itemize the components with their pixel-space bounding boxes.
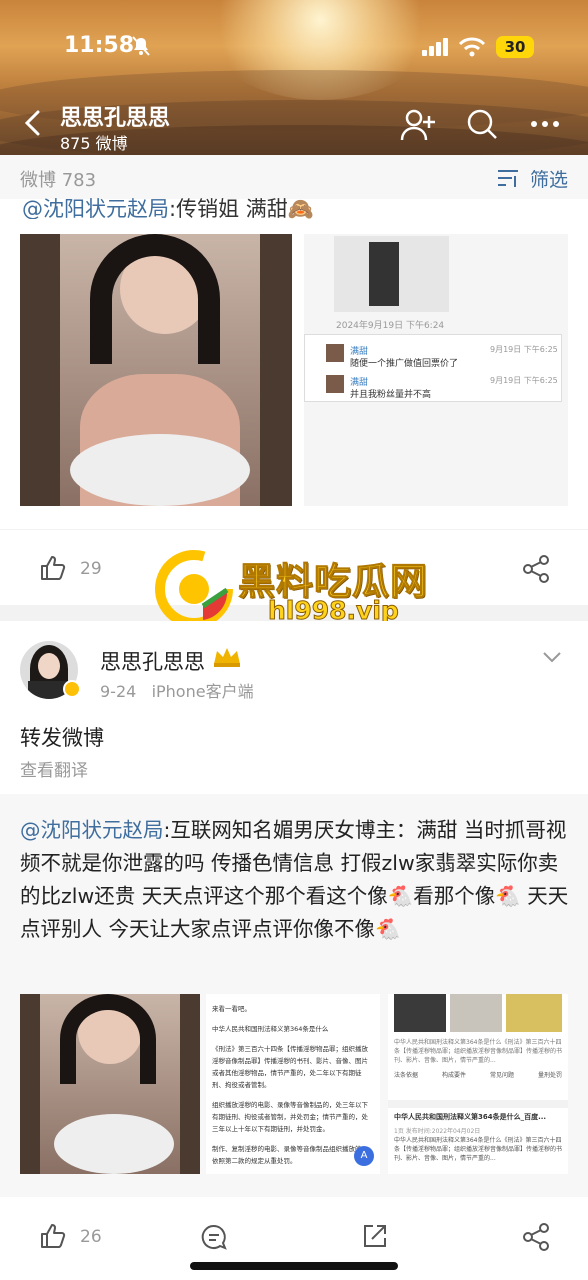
repost-body: :传销姐 满甜 bbox=[169, 197, 288, 219]
filter-button[interactable]: 筛选 bbox=[530, 165, 568, 192]
filter-icon[interactable] bbox=[496, 168, 520, 188]
post-image-2[interactable]: 2024年9月19日 下午6:24 满甜 9月19日 下午6:25 随便一个推广… bbox=[304, 234, 568, 506]
share-icon[interactable] bbox=[522, 555, 550, 583]
verified-badge-icon bbox=[63, 680, 81, 698]
chat-date: 2024年9月19日 下午6:24 bbox=[336, 321, 445, 331]
watermark-logo bbox=[155, 550, 233, 628]
chat-time: 9月19日 下午6:25 bbox=[490, 376, 558, 385]
back-icon[interactable] bbox=[22, 108, 44, 138]
post-body: 转发微博 bbox=[20, 726, 104, 750]
repost-image-3[interactable]: 中华人民共和国刑法释义第364条是什么《刑法》第三百六十四条【传播淫秽物品罪；组… bbox=[388, 994, 568, 1174]
search-snippet: 中华人民共和国刑法释义第364条是什么《刑法》第三百六十四条【传播淫秽物品罪；组… bbox=[394, 1039, 562, 1064]
search-tab: 量刑处罚 bbox=[537, 1072, 562, 1079]
post-image-1[interactable] bbox=[20, 234, 292, 506]
add-user-icon[interactable] bbox=[400, 108, 436, 142]
repost-text: @沈阳状元赵局:互联网知名媚男厌女博主：满甜 当时抓哥视频不就是你泄露的吗 传播… bbox=[20, 814, 572, 946]
repost-image-2[interactable]: 来看一看吧。 中华人民共和国刑法释义第364条是什么 《刑法》第三百六十四条【传… bbox=[206, 994, 380, 1174]
battery-level: 30 bbox=[504, 38, 526, 56]
repost-image-1[interactable] bbox=[20, 994, 200, 1174]
chevron-down-icon[interactable] bbox=[542, 650, 562, 664]
repost-icon[interactable] bbox=[362, 1223, 388, 1249]
page-title: 思思孔思思 bbox=[60, 106, 171, 131]
translate-link[interactable]: 查看翻译 bbox=[20, 756, 88, 781]
doc-line: 来看一看吧。 bbox=[212, 1005, 251, 1013]
doc-line: 《刑法》第三百六十四条【传播淫秽物品罪；组织播放淫秽音像制品罪】传播淫秽的书刊、… bbox=[212, 1045, 368, 1089]
crown-icon bbox=[212, 646, 242, 668]
author-name[interactable]: 思思孔思思 bbox=[100, 646, 205, 676]
status-time: 11:58 bbox=[64, 33, 135, 58]
mute-icon bbox=[130, 36, 152, 56]
more-icon[interactable] bbox=[530, 120, 560, 128]
chat-text: 随便一个推广做值回票价了 bbox=[350, 359, 459, 369]
post-card bbox=[0, 621, 588, 794]
wifi-icon bbox=[458, 37, 486, 57]
doc-line: 组织播放淫秽的电影、录像等音像制品的，处三年以下有期徒刑、拘役或者管制，并处罚金… bbox=[212, 1101, 368, 1133]
like-icon[interactable] bbox=[40, 555, 66, 581]
post-meta: 9-24 iPhone客户端 bbox=[100, 682, 254, 701]
comment-icon[interactable] bbox=[200, 1223, 228, 1251]
chat-time: 9月19日 下午6:25 bbox=[490, 345, 558, 354]
battery-icon: 30 bbox=[496, 36, 534, 58]
doc-line: 中华人民共和国刑法释义第364条是什么 bbox=[212, 1025, 329, 1033]
chat-text: 并且我粉丝量并不高 bbox=[350, 390, 432, 400]
share-icon[interactable] bbox=[522, 1223, 550, 1251]
signal-icon bbox=[422, 38, 450, 56]
doc-line: 制作、复制淫秽的电影、录像等音像制品组织播放的，依照第二款的规定从重处罚。 bbox=[212, 1145, 368, 1165]
search-date: 1页 发布时间:2022年04月02日 bbox=[394, 1128, 481, 1135]
search-title: 中华人民共和国刑法释义第364条是什么_百度... bbox=[394, 1113, 547, 1121]
weibo-count: 微博 783 bbox=[20, 170, 97, 191]
search-tab: 法条依据 bbox=[394, 1072, 419, 1079]
like-count: 29 bbox=[80, 559, 102, 579]
search-snippet: 中华人民共和国刑法释义第364条是什么《刑法》第三百六十四条【传播淫秽物品罪；组… bbox=[394, 1137, 562, 1162]
repost-text: @沈阳状元赵局:传销姐 满甜🙈 bbox=[22, 197, 314, 219]
mention-link[interactable]: @沈阳状元赵局 bbox=[20, 818, 164, 842]
search-tab: 构成要件 bbox=[441, 1072, 466, 1079]
page-subtitle: 875 微博 bbox=[60, 134, 128, 153]
mention-link[interactable]: @沈阳状元赵局 bbox=[22, 197, 169, 219]
home-indicator[interactable] bbox=[190, 1262, 398, 1270]
like-count: 26 bbox=[80, 1227, 102, 1247]
search-icon[interactable] bbox=[466, 108, 498, 140]
like-icon[interactable] bbox=[40, 1223, 66, 1249]
search-tab: 常见问题 bbox=[489, 1072, 514, 1079]
